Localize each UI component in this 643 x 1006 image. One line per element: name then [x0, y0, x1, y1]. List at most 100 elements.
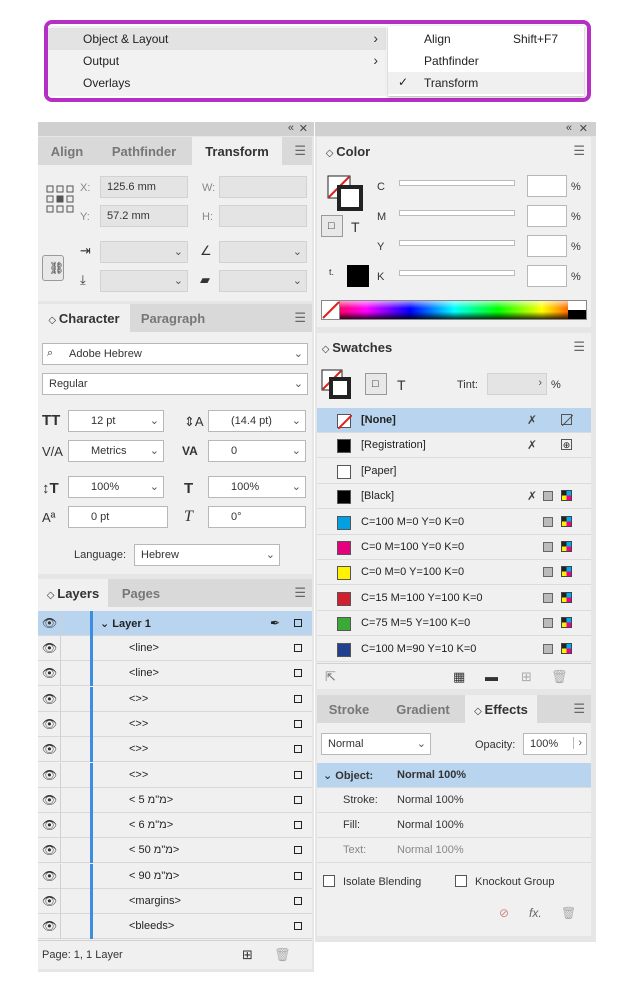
layer-row[interactable]: 👁 < 50 מ"מ>: [38, 838, 312, 864]
m-slider[interactable]: [399, 210, 515, 216]
select-square-icon[interactable]: [294, 795, 302, 804]
m-field[interactable]: [527, 205, 567, 227]
font-family-field[interactable]: Adobe Hebrew ⌕ ⌄: [42, 343, 308, 365]
layer-row[interactable]: 👁 <line>: [38, 636, 312, 661]
shear-field[interactable]: ⌄: [219, 270, 307, 292]
chevron-down-icon[interactable]: ⌄: [150, 414, 159, 427]
trash-icon[interactable]: 🗑: [561, 906, 576, 920]
chevron-down-icon[interactable]: ⌄: [174, 245, 183, 258]
select-square-icon[interactable]: [294, 669, 302, 678]
tab-swatches[interactable]: ◇ Swatches: [317, 333, 397, 361]
swatch-row[interactable]: [None] ✗: [317, 408, 591, 433]
layer-row[interactable]: 👁 <>>: [38, 762, 312, 788]
font-size-field[interactable]: 12 pt ⌄: [68, 410, 164, 432]
menu-item-overlays[interactable]: Overlays: [48, 72, 386, 94]
eye-icon[interactable]: 👁: [42, 666, 57, 680]
isolate-blending-checkbox[interactable]: [323, 875, 335, 887]
eye-icon[interactable]: 👁: [42, 869, 57, 883]
tab-stroke[interactable]: Stroke: [317, 695, 381, 723]
submenu-item-pathfinder[interactable]: Pathfinder: [388, 50, 584, 72]
knockout-group-checkbox[interactable]: [455, 875, 467, 887]
chevron-down-icon[interactable]: ⌄: [292, 444, 301, 457]
swatch-row[interactable]: C=0 M=100 Y=0 K=0: [317, 535, 591, 560]
chevron-down-icon[interactable]: ⌄: [294, 377, 303, 390]
eye-icon[interactable]: 👁: [42, 793, 57, 807]
chevron-down-icon[interactable]: ⌄: [266, 548, 275, 561]
panel-menu-icon[interactable]: ☰: [294, 310, 306, 326]
select-square-icon[interactable]: [294, 745, 302, 754]
leading-field[interactable]: (14.4 pt) ⌄: [208, 410, 306, 432]
formatting-text-icon[interactable]: T: [397, 377, 406, 393]
rotate-field[interactable]: ⌄: [219, 241, 307, 263]
menu-item-object-layout[interactable]: Object & Layout ›: [48, 28, 386, 50]
new-layer-icon[interactable]: ⊞: [242, 947, 253, 963]
swatch-row[interactable]: C=75 M=5 Y=100 K=0: [317, 611, 591, 637]
y-field[interactable]: [527, 235, 567, 257]
swatch-row[interactable]: [Registration] ✗ ⊕: [317, 433, 591, 459]
new-swatch-icon[interactable]: ⊞: [521, 669, 532, 685]
c-field[interactable]: [527, 175, 567, 197]
chevron-down-icon[interactable]: ⌄: [292, 480, 301, 493]
panel-menu-icon[interactable]: ☰: [573, 339, 585, 355]
font-style-field[interactable]: Regular ⌄: [42, 373, 308, 395]
tab-transform[interactable]: Transform: [192, 137, 282, 165]
none-swatch-icon[interactable]: t.: [329, 267, 334, 277]
formatting-text-icon[interactable]: T: [351, 219, 360, 235]
eye-icon[interactable]: 👁: [42, 768, 57, 782]
tint-field[interactable]: ›: [487, 373, 547, 395]
horizontal-scale-field[interactable]: 100% ⌄: [208, 476, 306, 498]
eye-icon[interactable]: 👁: [42, 818, 57, 832]
y-slider[interactable]: [399, 240, 515, 246]
layer-row[interactable]: 👁 <>>: [38, 686, 312, 712]
swatch-row[interactable]: [Black] ✗: [317, 484, 591, 510]
w-field[interactable]: [219, 176, 307, 198]
panel-menu-icon[interactable]: ☰: [573, 701, 585, 717]
eye-icon[interactable]: 👁: [42, 742, 57, 756]
menu-item-output[interactable]: Output ›: [48, 50, 386, 72]
eye-icon[interactable]: 👁: [42, 717, 57, 731]
chevron-down-icon[interactable]: ⌄: [292, 414, 301, 427]
swatch-row[interactable]: [Paper]: [317, 458, 591, 484]
formatting-container-icon[interactable]: □: [321, 215, 343, 237]
eye-icon[interactable]: 👁: [42, 894, 57, 908]
layer-row[interactable]: 👁 <>>: [38, 711, 312, 737]
blend-mode-select[interactable]: Normal ⌄: [321, 733, 431, 755]
y-field[interactable]: 57.2 mm: [100, 205, 188, 227]
submenu-item-transform[interactable]: ✓ Transform: [388, 72, 584, 94]
c-slider[interactable]: [399, 180, 515, 186]
constrain-proportions-icon[interactable]: ⛓: [42, 255, 64, 281]
effects-row-fill[interactable]: Fill: Normal 100%: [317, 813, 591, 838]
tracking-field[interactable]: 0 ⌄: [208, 440, 306, 462]
effects-row-stroke[interactable]: Stroke: Normal 100%: [317, 788, 591, 813]
select-square-icon[interactable]: [294, 846, 302, 855]
language-select[interactable]: Hebrew ⌄: [134, 544, 280, 566]
chevron-down-icon[interactable]: ⌄: [150, 480, 159, 493]
swatch-views-icon[interactable]: ▦: [453, 669, 465, 685]
eye-icon[interactable]: 👁: [42, 616, 57, 630]
submenu-item-align[interactable]: Align Shift+F7: [388, 28, 584, 50]
swatch-row[interactable]: C=0 M=0 Y=100 K=0: [317, 560, 591, 586]
folder-icon[interactable]: ▬: [485, 669, 498, 684]
select-square-icon[interactable]: [294, 770, 302, 779]
panel-menu-icon[interactable]: ☰: [573, 143, 585, 159]
tab-effects[interactable]: ◇ Effects: [465, 695, 537, 723]
select-square-icon[interactable]: [294, 871, 302, 880]
swatch-row[interactable]: C=100 M=0 Y=0 K=0: [317, 509, 591, 535]
chevron-down-icon[interactable]: ⌄: [417, 737, 426, 750]
layer-row[interactable]: 👁 < 90 מ"מ>: [38, 863, 312, 889]
black-swatch[interactable]: [347, 265, 369, 287]
eye-icon[interactable]: 👁: [42, 692, 57, 706]
layer-row[interactable]: 👁 <margins>: [38, 889, 312, 914]
tab-character[interactable]: ◇ Character: [38, 304, 130, 332]
eye-icon[interactable]: 👁: [42, 641, 57, 655]
reference-point-icon[interactable]: [46, 185, 76, 215]
h-field[interactable]: [219, 205, 307, 227]
layer-row[interactable]: 👁 <>>: [38, 737, 312, 763]
tab-layers[interactable]: ◇ Layers: [38, 579, 108, 607]
collapse-icon[interactable]: «: [288, 122, 294, 134]
k-slider[interactable]: [399, 270, 515, 276]
effects-row-object[interactable]: ⌄ Object: Normal 100%: [317, 763, 591, 788]
skew-field[interactable]: 0°: [208, 506, 306, 528]
eye-icon[interactable]: 👁: [42, 919, 57, 933]
select-square-icon[interactable]: [294, 821, 302, 830]
